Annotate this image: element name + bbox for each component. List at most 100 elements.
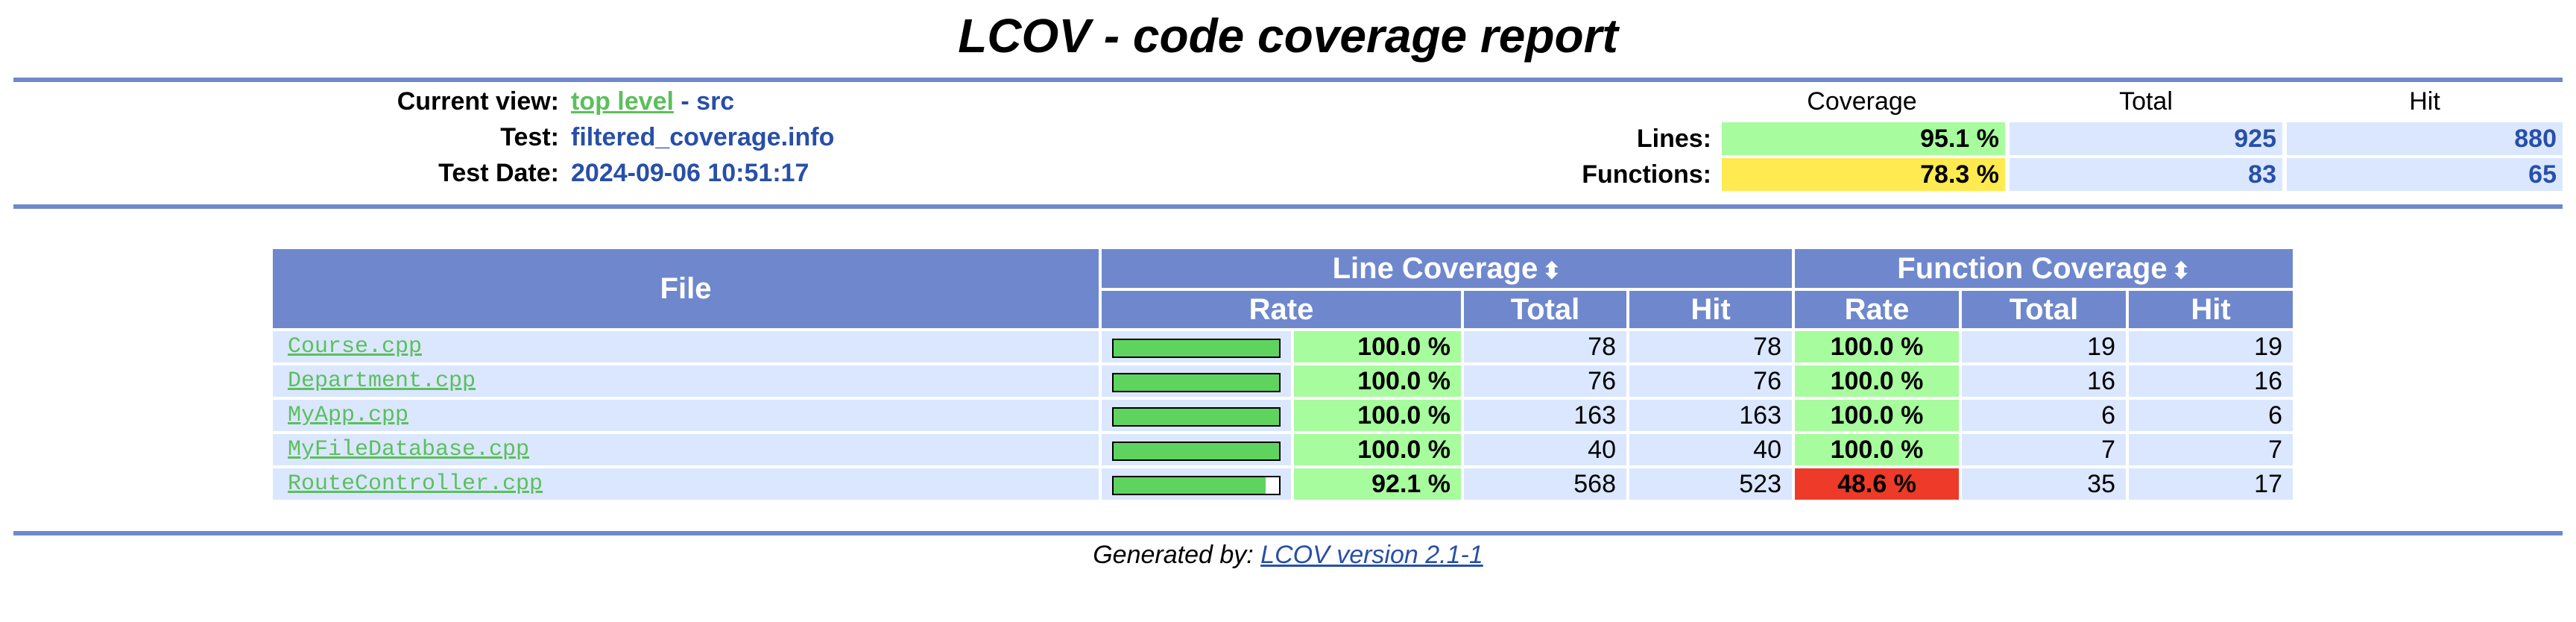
summary-functions-hit: 65 [2287, 158, 2563, 191]
line-total-cell: 163 [1464, 400, 1626, 431]
summary-lines-label: Lines: [1636, 125, 1711, 153]
line-rate-header: Rate [1102, 291, 1461, 328]
summary-functions-rate: 78.3 % [1722, 158, 2005, 191]
current-view-dir: src [696, 87, 735, 116]
line-rate-cell: 100.0 % [1294, 434, 1461, 465]
test-date-label: Test Date: [438, 159, 559, 187]
function-rate-cell: 100.0 % [1795, 331, 1959, 362]
current-view-separator: - [673, 87, 697, 116]
file-cell: Department.cpp [273, 365, 1099, 397]
line-rate-cell: 100.0 % [1294, 331, 1461, 362]
line-coverage-bar-fill [1114, 340, 1279, 357]
line-hit-cell: 163 [1629, 400, 1792, 431]
line-total-header: Total [1464, 291, 1626, 328]
line-coverage-bar-cell [1102, 400, 1291, 431]
footer-prefix: Generated by: [1093, 541, 1261, 569]
line-rate-cell: 100.0 % [1294, 400, 1461, 431]
line-rate-cell: 92.1 % [1294, 468, 1461, 500]
file-link[interactable]: Course.cpp [288, 334, 422, 359]
summary-coverage-header: Coverage [1807, 87, 1917, 116]
line-coverage-bar [1112, 373, 1281, 393]
file-cell: MyFileDatabase.cpp [273, 434, 1099, 465]
line-coverage-bar [1112, 476, 1281, 496]
line-coverage-bar [1112, 339, 1281, 359]
file-link[interactable]: RouteController.cpp [288, 471, 543, 497]
lcov-version-link[interactable]: LCOV version 2.1-1 [1260, 541, 1483, 569]
table-row: MyApp.cpp 100.0 % 163 163 100.0 % 6 6 [273, 400, 2293, 431]
line-total-cell: 78 [1464, 331, 1626, 362]
line-coverage-bar-fill [1114, 409, 1279, 426]
function-rate-cell: 100.0 % [1795, 400, 1959, 431]
file-coverage-table: File Line Coverage ⬍ Function Coverage ⬍ R… [270, 246, 2296, 503]
function-total-cell: 19 [1962, 331, 2126, 362]
footer: Generated by: LCOV version 2.1-1 [0, 538, 2576, 571]
function-total-cell: 16 [1962, 365, 2126, 397]
function-rate-header: Rate [1795, 291, 1959, 328]
line-coverage-bar-fill [1114, 443, 1279, 460]
function-hit-cell: 6 [2129, 400, 2293, 431]
current-view: top level - src [571, 85, 734, 118]
function-coverage-label: Function Coverage [1897, 251, 2168, 285]
file-link[interactable]: MyApp.cpp [288, 403, 408, 428]
line-coverage-bar-cell [1102, 468, 1291, 500]
line-coverage-bar-fill [1114, 374, 1279, 392]
file-cell: RouteController.cpp [273, 468, 1099, 500]
function-total-header: Total [1962, 291, 2126, 328]
line-coverage-header[interactable]: Line Coverage ⬍ [1102, 249, 1792, 288]
function-hit-cell: 17 [2129, 468, 2293, 500]
line-coverage-bar-cell [1102, 434, 1291, 465]
summary-lines-hit: 880 [2287, 122, 2563, 155]
line-coverage-bar-cell [1102, 331, 1291, 362]
file-column-header: File [273, 249, 1099, 328]
function-rate-cell: 100.0 % [1795, 434, 1959, 465]
line-total-cell: 568 [1464, 468, 1626, 500]
table-row: Department.cpp 100.0 % 76 76 100.0 % 16 16 [273, 365, 2293, 397]
function-rate-cell: 100.0 % [1795, 365, 1959, 397]
line-total-cell: 76 [1464, 365, 1626, 397]
summary-hit-header: Hit [2409, 87, 2440, 116]
test-label: Test: [500, 123, 559, 151]
test-value: filtered_coverage.info [571, 123, 835, 151]
line-hit-cell: 76 [1629, 365, 1792, 397]
function-total-cell: 7 [1962, 434, 2126, 465]
line-hit-cell: 78 [1629, 331, 1792, 362]
summary-lines-rate: 95.1 % [1722, 122, 2005, 155]
line-hit-header: Hit [1629, 291, 1792, 328]
function-rate-cell: 48.6 % [1795, 468, 1959, 500]
table-row: RouteController.cpp 92.1 % 568 523 48.6 % 35 1… [273, 468, 2293, 500]
line-coverage-bar [1112, 442, 1281, 462]
function-hit-cell: 7 [2129, 434, 2293, 465]
line-coverage-bar-cell [1102, 365, 1291, 397]
function-total-cell: 6 [1962, 400, 2126, 431]
file-cell: MyApp.cpp [273, 400, 1099, 431]
summary-functions-label: Functions: [1582, 160, 1711, 189]
file-cell: Course.cpp [273, 331, 1099, 362]
sort-updown-icon[interactable]: ⬍ [2172, 259, 2191, 283]
line-coverage-bar [1112, 407, 1281, 427]
line-coverage-label: Line Coverage [1332, 251, 1538, 285]
line-rate-cell: 100.0 % [1294, 365, 1461, 397]
summary-total-header: Total [2119, 87, 2173, 116]
file-link[interactable]: MyFileDatabase.cpp [288, 437, 529, 462]
line-total-cell: 40 [1464, 434, 1626, 465]
sort-updown-icon[interactable]: ⬍ [1542, 259, 1561, 283]
footer-rule [13, 531, 2563, 535]
table-row: Course.cpp 100.0 % 78 78 100.0 % 19 19 [273, 331, 2293, 362]
table-row: MyFileDatabase.cpp 100.0 % 40 40 100.0 % 7 7 [273, 434, 2293, 465]
line-hit-cell: 40 [1629, 434, 1792, 465]
function-hit-cell: 16 [2129, 365, 2293, 397]
header-bottom-rule [13, 204, 2563, 209]
top-rule [13, 78, 2563, 82]
function-hit-cell: 19 [2129, 331, 2293, 362]
function-coverage-header[interactable]: Function Coverage ⬍ [1795, 249, 2293, 288]
summary-lines-total: 925 [2010, 122, 2282, 155]
function-hit-header: Hit [2129, 291, 2293, 328]
top-level-link[interactable]: top level [571, 87, 674, 116]
line-coverage-bar-fill [1114, 477, 1266, 494]
function-total-cell: 35 [1962, 468, 2126, 500]
file-link[interactable]: Department.cpp [288, 368, 476, 394]
line-hit-cell: 523 [1629, 468, 1792, 500]
current-view-label: Current view: [397, 87, 559, 116]
page-title: LCOV - code coverage report [958, 9, 1618, 63]
summary-functions-total: 83 [2010, 158, 2282, 191]
